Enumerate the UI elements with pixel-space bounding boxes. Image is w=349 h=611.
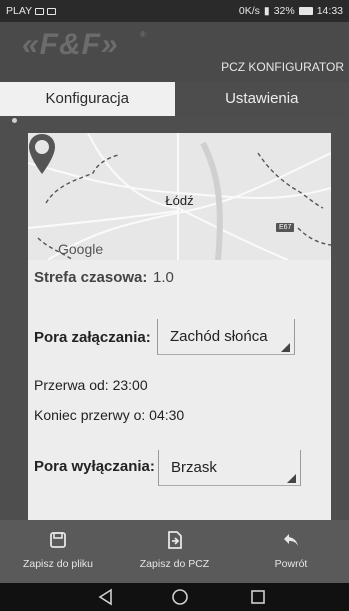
map-city-label: Łódź: [165, 193, 194, 208]
network-speed: 0K/s: [238, 5, 260, 17]
signal-icon: ▮: [263, 5, 270, 17]
clock: 14:33: [316, 5, 343, 17]
map-pin-icon: [29, 134, 55, 174]
back-triangle-icon[interactable]: [96, 587, 116, 607]
tab-ustawienia[interactable]: Ustawienia: [174, 82, 349, 116]
off-time-label: Pora wyłączania:: [34, 458, 155, 475]
break-end-text: Koniec przerwy o: 04:30: [34, 407, 185, 423]
save-to-file-button[interactable]: Zapisz do pliku: [0, 520, 116, 583]
status-bar: PLAY 0K/s ▮ 32% 14:33: [0, 0, 349, 22]
dropdown-arrow-icon: [287, 474, 296, 483]
recents-square-icon[interactable]: [248, 587, 268, 607]
carrier-label: PLAY: [6, 5, 33, 17]
back-button[interactable]: Powrót: [233, 520, 349, 583]
app-header: «F&F» ® PCZ KONFIGURATOR: [0, 22, 349, 82]
google-logo: Google: [58, 241, 104, 257]
battery-icon: [298, 7, 313, 15]
location-map[interactable]: Łódź Google E67: [28, 133, 331, 260]
save-icon: [50, 532, 66, 548]
status-left: PLAY: [6, 5, 57, 17]
registered-mark: ®: [140, 30, 146, 39]
brand-logo: «F&F»: [22, 28, 119, 61]
status-right: 0K/s ▮ 32% 14:33: [239, 5, 343, 17]
reply-icon: [284, 534, 298, 546]
battery-percent: 32%: [273, 5, 295, 17]
home-circle-icon[interactable]: [170, 587, 190, 607]
on-time-select[interactable]: Zachód słońca: [157, 319, 295, 355]
timezone-label: Strefa czasowa:: [34, 269, 148, 286]
config-card: Łódź Google E67 Strefa czasowa: 1.0 Pora…: [28, 133, 331, 522]
tab-konfiguracja[interactable]: Konfiguracja: [0, 82, 175, 116]
save-to-pcz-label: Zapisz do PCZ: [139, 558, 210, 570]
system-nav-bar: [0, 583, 349, 611]
off-time-select[interactable]: Brzask: [158, 450, 301, 486]
on-time-label: Pora załączania:: [34, 329, 151, 346]
break-from-text: Przerwa od: 23:00: [34, 377, 148, 393]
save-to-pcz-button[interactable]: Zapisz do PCZ: [116, 520, 233, 583]
dropdown-arrow-icon: [281, 343, 290, 352]
action-bar: Zapisz do pliku Zapisz do PCZ Powrót: [0, 520, 349, 583]
save-to-file-label: Zapisz do pliku: [22, 558, 94, 570]
road-badge: E67: [276, 223, 295, 232]
notification-icon: [35, 7, 45, 15]
back-label: Powrót: [274, 558, 308, 570]
tab-bar: Konfiguracja Ustawienia: [0, 82, 349, 116]
app-title: PCZ KONFIGURATOR: [221, 60, 344, 74]
scroll-indicator: [12, 118, 17, 123]
export-icon: [167, 531, 182, 549]
on-time-value: Zachód słońca: [170, 328, 268, 345]
message-icon: [47, 7, 57, 15]
off-time-value: Brzask: [171, 459, 217, 476]
timezone-value: 1.0: [153, 269, 174, 286]
